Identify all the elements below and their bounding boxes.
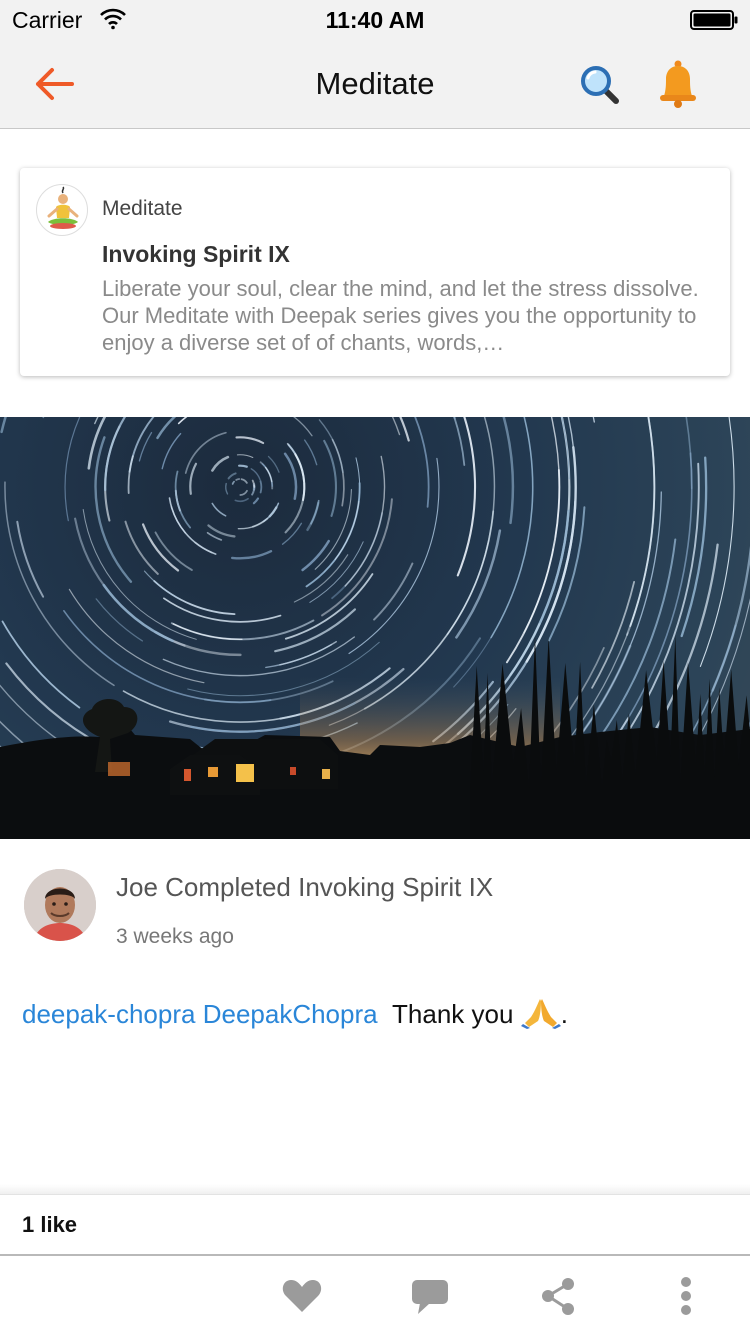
praying-hands-icon [520, 999, 561, 1029]
status-bar: Carrier 11:40 AM [0, 0, 750, 40]
page-title: Meditate [315, 66, 435, 101]
meditating-person-icon [36, 184, 88, 236]
action-bar [0, 1256, 750, 1334]
card-category: Meditate [102, 197, 183, 220]
clock: 11:40 AM [325, 7, 425, 33]
more-icon[interactable] [664, 1274, 708, 1318]
avatar[interactable] [24, 869, 96, 941]
heart-icon[interactable] [280, 1276, 324, 1316]
search-icon[interactable] [578, 63, 622, 107]
card-description: Liberate your soul, clear the mind, and … [102, 276, 699, 355]
message-text: Thank you [392, 999, 514, 1029]
card-title: Invoking Spirit IX [102, 241, 290, 267]
mention-link[interactable]: DeepakChopra [203, 999, 378, 1029]
content-card[interactable]: Meditate Invoking Spirit IX Liberate you… [20, 168, 730, 376]
post-timestamp: 3 weeks ago [116, 925, 234, 948]
mention-link[interactable]: deepak-chopra [22, 999, 195, 1029]
star-trails-night-sky-photo [0, 417, 750, 839]
nav-bar: Meditate [0, 40, 750, 129]
share-icon[interactable] [536, 1276, 580, 1316]
likes-bar[interactable]: 1 like [0, 1194, 750, 1256]
post-headline: Joe Completed Invoking Spirit IX [116, 872, 494, 902]
comment-icon[interactable] [408, 1276, 452, 1316]
like-count[interactable]: 1 like [22, 1212, 77, 1238]
battery-icon [690, 10, 738, 30]
post-message: deepak-chopra DeepakChopra Thank you . [22, 997, 568, 1030]
message-end: . [560, 999, 568, 1029]
divider [0, 1184, 750, 1194]
bell-icon[interactable] [656, 58, 700, 110]
